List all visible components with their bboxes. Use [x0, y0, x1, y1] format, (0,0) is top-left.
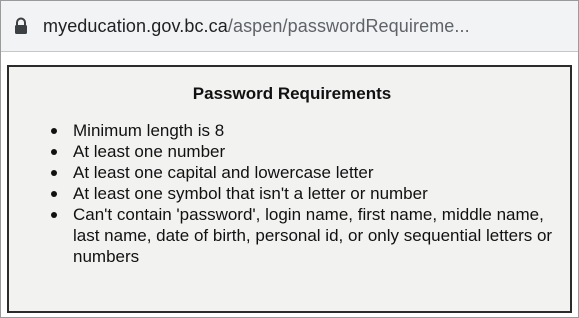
address-bar[interactable]: myeducation.gov.bc.ca/aspen/passwordRequ… [1, 1, 578, 52]
url-text[interactable]: myeducation.gov.bc.ca/aspen/passwordRequ… [43, 16, 470, 37]
lock-icon[interactable] [11, 15, 31, 37]
browser-popup-window: myeducation.gov.bc.ca/aspen/passwordRequ… [0, 0, 579, 318]
list-item: At least one capital and lowercase lette… [51, 162, 570, 183]
list-item: Minimum length is 8 [51, 120, 570, 141]
requirements-list: Minimum length is 8 At least one number … [9, 120, 570, 267]
page-title: Password Requirements [192, 84, 392, 103]
url-path: /aspen/passwordRequireme... [227, 15, 470, 36]
url-domain: myeducation.gov.bc.ca [43, 15, 228, 36]
list-item: At least one number [51, 141, 570, 162]
password-requirements-panel: Password Requirements Minimum length is … [7, 65, 572, 313]
list-item: Can't contain 'password', login name, fi… [51, 204, 570, 267]
list-item: At least one symbol that isn't a letter … [51, 183, 570, 204]
